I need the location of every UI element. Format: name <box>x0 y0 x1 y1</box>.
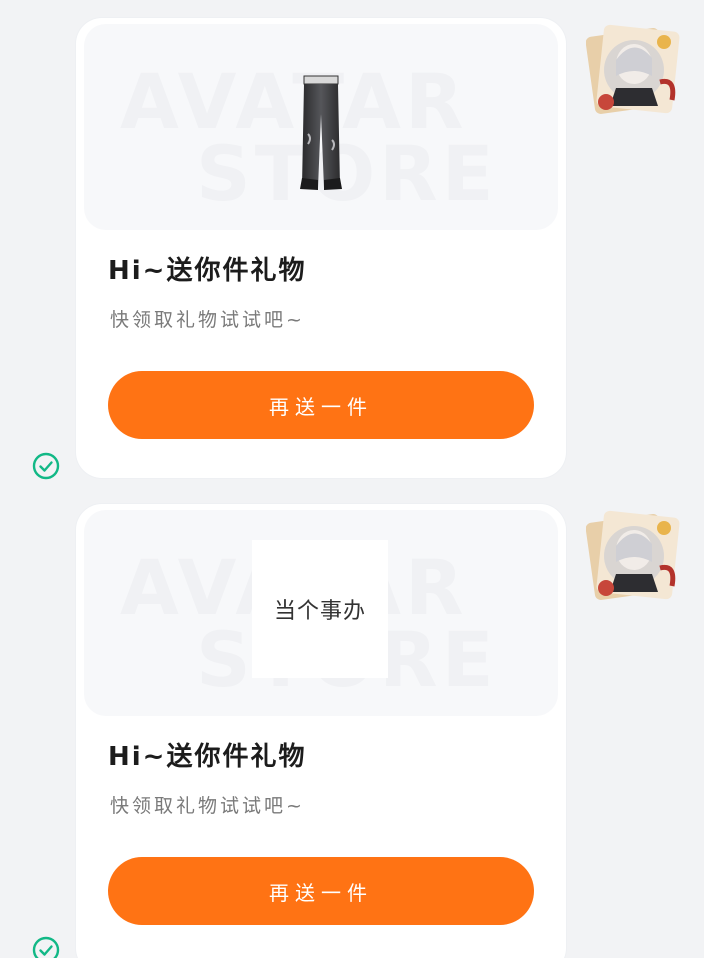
gift-item-label: 当个事办 <box>252 540 388 678</box>
gift-preview[interactable]: AVATAR STORE 当个事办 <box>84 510 558 716</box>
send-another-button[interactable]: 再送一件 <box>108 857 534 925</box>
send-another-button[interactable]: 再送一件 <box>108 371 534 439</box>
gift-title: Hi~送你件礼物 <box>108 742 307 772</box>
gift-card[interactable]: AVATAR STORE 当个事办 Hi~送你件礼物 快领取礼物试试吧~ 再送一… <box>76 504 566 958</box>
gift-subtitle: 快领取礼物试试吧~ <box>110 795 305 817</box>
avatar[interactable] <box>586 22 684 120</box>
jeans-icon <box>300 75 342 190</box>
gift-title: Hi~送你件礼物 <box>108 256 307 286</box>
gift-preview[interactable]: AVATAR STORE <box>84 24 558 230</box>
check-circle-icon <box>32 936 60 958</box>
check-circle-icon <box>32 452 60 480</box>
chat-screen: AVATAR STORE Hi~送你件礼物 快领取礼物试试吧~ 再送一件 当个事… <box>0 0 704 958</box>
watermark-text: STORE <box>196 129 498 218</box>
avatar[interactable] <box>586 508 684 606</box>
gift-subtitle: 快领取礼物试试吧~ <box>110 309 305 331</box>
gift-card[interactable]: AVATAR STORE Hi~送你件礼物 快领取礼物试试吧~ 再送一件 <box>76 18 566 478</box>
